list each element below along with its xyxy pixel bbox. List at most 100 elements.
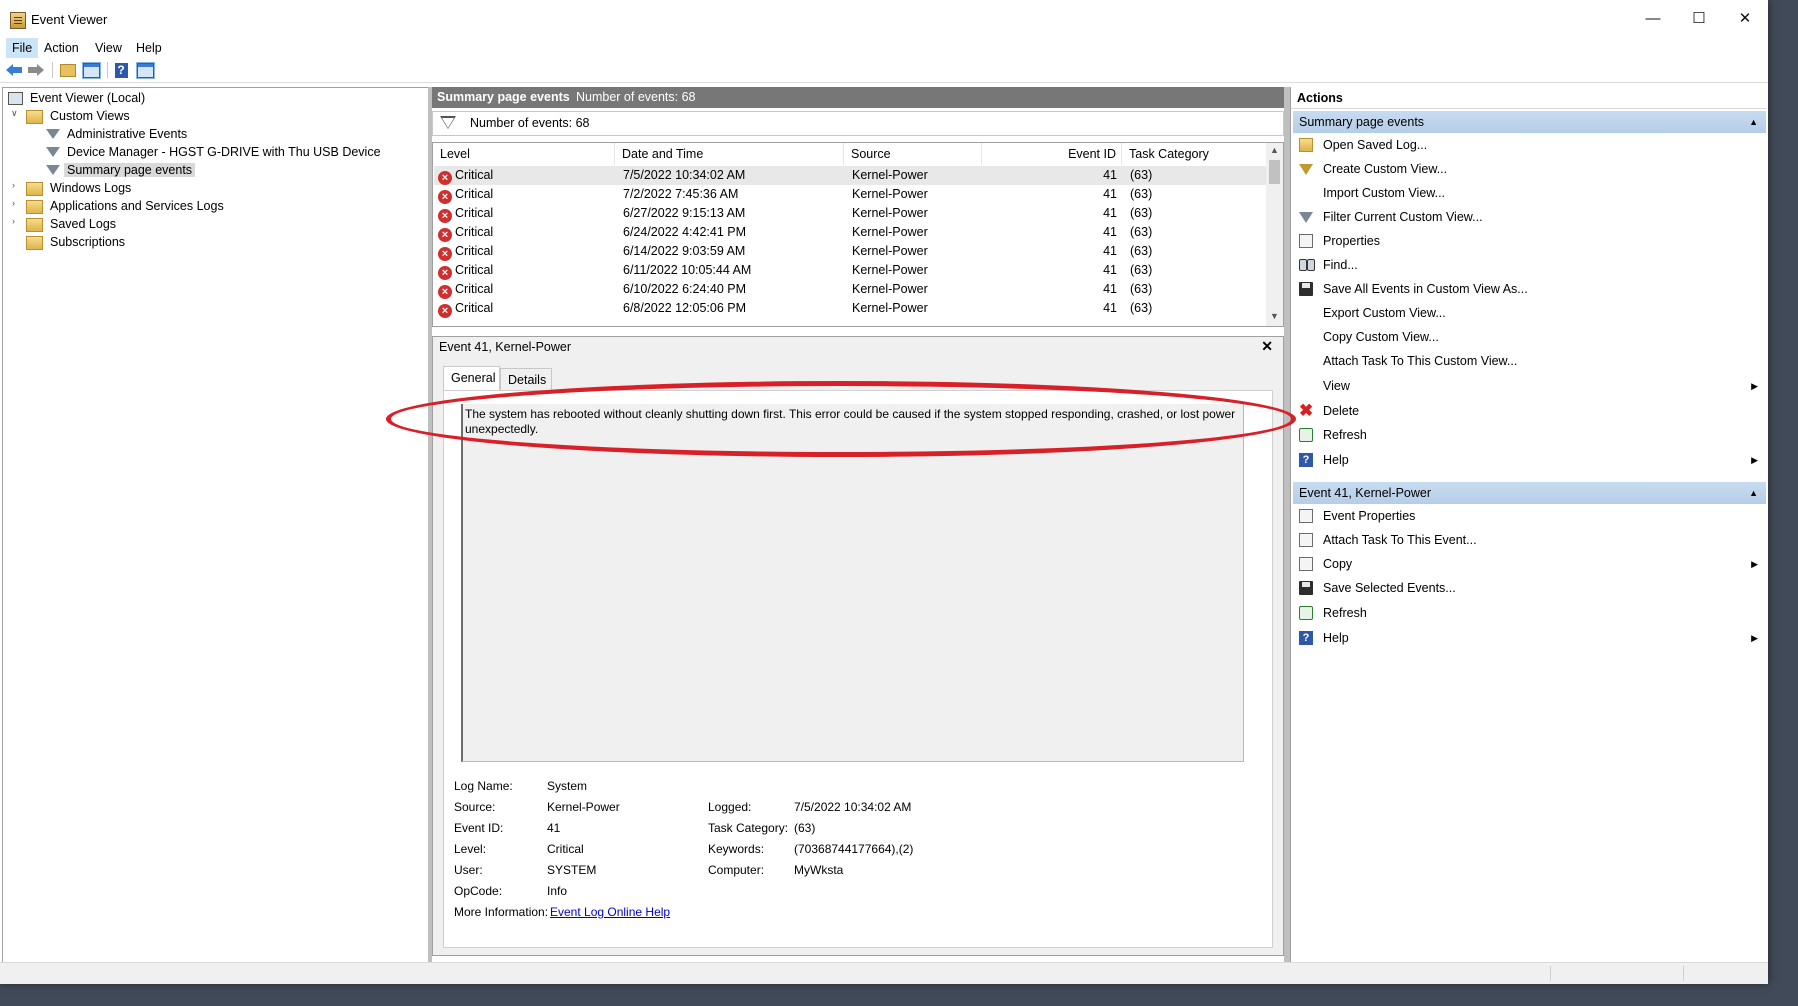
field-value-opcode: Info bbox=[547, 884, 568, 898]
event-log-online-help-link[interactable]: Event Log Online Help bbox=[550, 905, 670, 919]
tree-summary-page-events[interactable]: Summary page events bbox=[46, 161, 196, 179]
action-open-saved-log[interactable]: Open Saved Log... bbox=[1299, 134, 1764, 156]
action-view[interactable]: View ▶ bbox=[1299, 375, 1764, 397]
folder-icon bbox=[26, 181, 43, 196]
actions-section-event-41[interactable]: Event 41, Kernel-Power ▲ bbox=[1293, 482, 1766, 504]
cell-source: Kernel-Power bbox=[852, 301, 928, 315]
action-filter-current-custom-view[interactable]: Filter Current Custom View... bbox=[1299, 206, 1764, 228]
close-detail-icon[interactable]: ✕ bbox=[1261, 338, 1273, 355]
column-header-task-category[interactable]: Task Category bbox=[1122, 143, 1268, 165]
collapse-chevron-icon[interactable]: ∨ bbox=[11, 108, 20, 119]
events-table: Level Date and Time Source Event ID Task… bbox=[432, 142, 1284, 327]
table-row[interactable]: × Critical 7/5/2022 10:34:02 AM Kernel-Powe… bbox=[434, 166, 1268, 185]
action-help-event[interactable]: ? Help ▶ bbox=[1299, 627, 1764, 649]
menu-help[interactable]: Help bbox=[130, 38, 168, 58]
event-viewer-app-icon bbox=[10, 12, 26, 29]
tree-administrative-events[interactable]: Administrative Events bbox=[46, 125, 190, 143]
scroll-down-icon[interactable]: ▼ bbox=[1266, 311, 1283, 321]
tree-windows-logs[interactable]: Windows Logs bbox=[26, 179, 134, 197]
action-save-selected-events[interactable]: Save Selected Events... bbox=[1299, 577, 1764, 599]
menu-action[interactable]: Action bbox=[38, 38, 85, 58]
table-row[interactable]: × Critical 6/24/2022 4:42:41 PM Kernel-Powe… bbox=[434, 223, 1268, 242]
table-row[interactable]: × Critical 6/11/2022 10:05:44 AM Kernel-Pow… bbox=[434, 261, 1268, 280]
cell-event-id: 41 bbox=[1103, 244, 1117, 258]
action-save-all-events[interactable]: Save All Events in Custom View As... bbox=[1299, 278, 1764, 300]
tree-applications-and-services-logs[interactable]: Applications and Services Logs bbox=[26, 197, 227, 215]
create-filter-icon bbox=[1299, 164, 1313, 175]
tree-subscriptions[interactable]: Subscriptions bbox=[26, 233, 128, 251]
action-copy-custom-view[interactable]: Copy Custom View... bbox=[1299, 326, 1764, 348]
filter-icon bbox=[46, 146, 60, 157]
cell-event-id: 41 bbox=[1103, 168, 1117, 182]
column-header-source[interactable]: Source bbox=[844, 143, 982, 165]
table-row[interactable]: × Critical 7/2/2022 7:45:36 AM Kernel-Power… bbox=[434, 185, 1268, 204]
action-copy[interactable]: Copy ▶ bbox=[1299, 553, 1764, 575]
menu-file[interactable]: File bbox=[6, 38, 39, 58]
action-event-properties[interactable]: Event Properties bbox=[1299, 505, 1764, 527]
help-icon[interactable]: ? bbox=[111, 60, 131, 80]
cell-date-time: 6/11/2022 10:05:44 AM bbox=[623, 263, 752, 277]
action-export-custom-view[interactable]: Export Custom View... bbox=[1299, 302, 1764, 324]
event-viewer-window: Event Viewer — ☐ ✕ File Action View Help… bbox=[0, 0, 1768, 984]
show-hide-tree-icon[interactable] bbox=[81, 60, 101, 80]
attach-task-icon bbox=[1299, 533, 1313, 547]
column-header-event-id[interactable]: Event ID bbox=[982, 143, 1122, 165]
action-refresh[interactable]: Refresh bbox=[1299, 424, 1764, 446]
field-label-more-information: More Information: bbox=[454, 905, 549, 919]
event-description-box[interactable]: The system has rebooted without cleanly … bbox=[461, 404, 1244, 762]
cell-level: × Critical bbox=[438, 166, 493, 185]
status-bar bbox=[0, 962, 1768, 984]
action-delete[interactable]: ✖ Delete bbox=[1299, 400, 1764, 422]
show-hide-action-pane-icon[interactable] bbox=[135, 60, 155, 80]
collapse-up-icon[interactable]: ▲ bbox=[1749, 482, 1758, 504]
minimize-button[interactable]: — bbox=[1630, 0, 1676, 38]
forward-arrow-icon[interactable] bbox=[26, 60, 46, 80]
close-window-button[interactable]: ✕ bbox=[1722, 0, 1768, 38]
tree-event-viewer-local[interactable]: Event Viewer (Local) bbox=[8, 89, 148, 107]
cell-task-category: (63) bbox=[1130, 244, 1153, 258]
back-arrow-icon[interactable] bbox=[4, 60, 24, 80]
folder-icon bbox=[26, 235, 43, 250]
action-refresh-event[interactable]: Refresh bbox=[1299, 602, 1764, 624]
action-help[interactable]: ? Help ▶ bbox=[1299, 449, 1764, 471]
general-tab-content: The system has rebooted without cleanly … bbox=[443, 390, 1273, 948]
cell-level: × Critical bbox=[438, 185, 493, 204]
field-label-keywords: Keywords: bbox=[708, 842, 765, 856]
action-attach-task-event[interactable]: Attach Task To This Event... bbox=[1299, 529, 1764, 551]
collapse-up-icon[interactable]: ▲ bbox=[1749, 111, 1758, 133]
action-find[interactable]: Find... bbox=[1299, 254, 1764, 276]
expand-chevron-icon[interactable]: › bbox=[12, 216, 21, 226]
cell-date-time: 6/27/2022 9:15:13 AM bbox=[623, 206, 746, 220]
table-row[interactable]: × Critical 6/27/2022 9:15:13 AM Kernel-Powe… bbox=[434, 204, 1268, 223]
tree-device-manager[interactable]: Device Manager - HGST G-DRIVE with Thu U… bbox=[46, 143, 384, 161]
scroll-thumb[interactable] bbox=[1269, 160, 1280, 184]
table-row[interactable]: × Critical 6/10/2022 6:24:40 PM Kernel-Powe… bbox=[434, 280, 1268, 299]
actions-section-summary-page-events[interactable]: Summary page events ▲ bbox=[1293, 111, 1766, 133]
critical-error-icon: × bbox=[438, 285, 452, 299]
action-import-custom-view[interactable]: Import Custom View... bbox=[1299, 182, 1764, 204]
submenu-arrow-icon: ▶ bbox=[1751, 633, 1758, 643]
pane-header-title: Summary page events bbox=[437, 90, 570, 104]
events-scrollbar[interactable]: ▲ ▼ bbox=[1266, 143, 1283, 326]
critical-error-icon: × bbox=[438, 304, 452, 318]
column-header-level[interactable]: Level bbox=[433, 143, 615, 165]
tab-details[interactable]: Details bbox=[500, 368, 552, 390]
field-label-logged: Logged: bbox=[708, 800, 752, 814]
action-properties[interactable]: Properties bbox=[1299, 230, 1764, 252]
tree-custom-views[interactable]: Custom Views bbox=[26, 107, 133, 125]
tab-general[interactable]: General bbox=[443, 366, 500, 390]
expand-chevron-icon[interactable]: › bbox=[12, 180, 21, 190]
action-create-custom-view[interactable]: Create Custom View... bbox=[1299, 158, 1764, 180]
scroll-up-icon[interactable]: ▲ bbox=[1266, 145, 1283, 155]
expand-chevron-icon[interactable]: › bbox=[12, 198, 21, 208]
tree-saved-logs[interactable]: Saved Logs bbox=[26, 215, 119, 233]
table-row[interactable]: × Critical 6/14/2022 9:03:59 AM Kernel-Powe… bbox=[434, 242, 1268, 261]
action-attach-task-custom-view[interactable]: Attach Task To This Custom View... bbox=[1299, 350, 1764, 372]
maximize-button[interactable]: ☐ bbox=[1676, 0, 1722, 38]
menu-view[interactable]: View bbox=[89, 38, 128, 58]
cell-source: Kernel-Power bbox=[852, 187, 928, 201]
up-folder-icon[interactable] bbox=[58, 60, 78, 80]
table-row[interactable]: × Critical 6/8/2022 12:05:06 PM Kernel-Powe… bbox=[434, 299, 1268, 318]
pane-header-count: Number of events: 68 bbox=[576, 90, 696, 104]
column-header-date-time[interactable]: Date and Time bbox=[615, 143, 844, 165]
